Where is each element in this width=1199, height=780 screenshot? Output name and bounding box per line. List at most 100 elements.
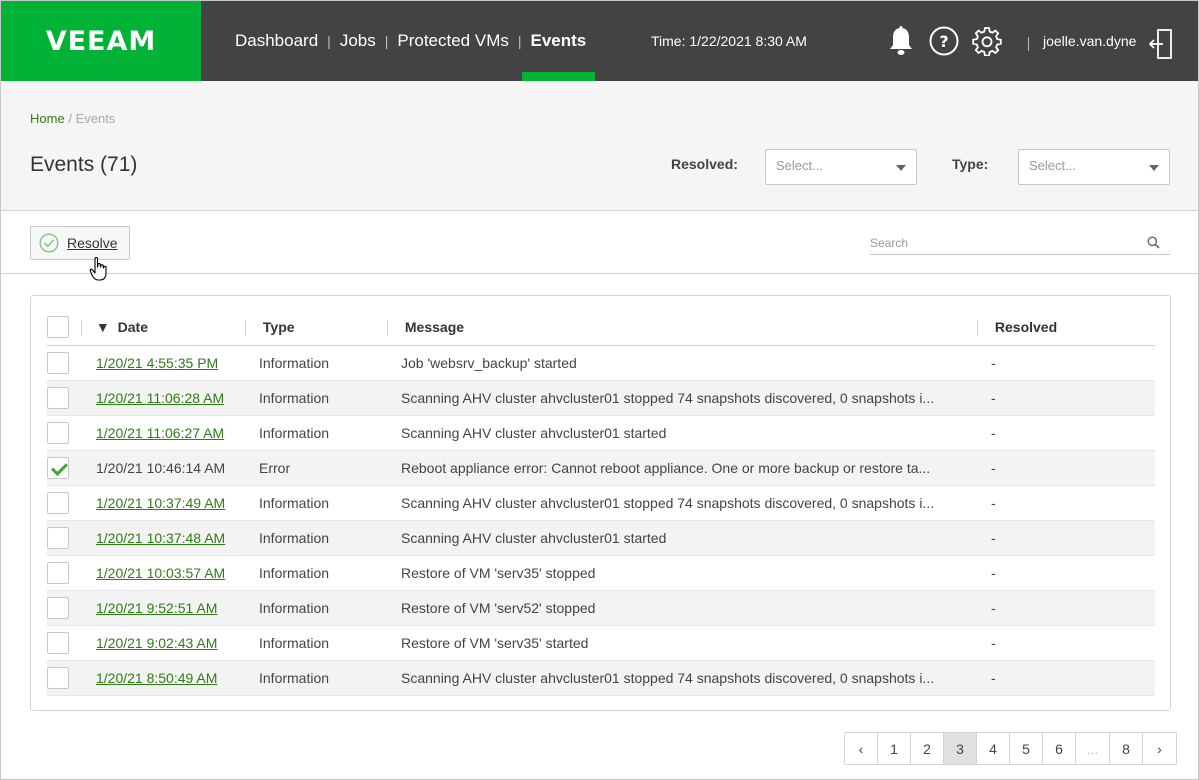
nav-dashboard[interactable]: Dashboard — [226, 1, 327, 81]
row-checkbox[interactable] — [47, 456, 69, 479]
event-date-link[interactable]: 1/20/21 10:37:48 AM — [96, 530, 225, 546]
logo-text: VEEAM — [45, 25, 157, 57]
table-row[interactable]: 1/20/21 10:03:57 AM Information Restore of… — [47, 555, 1155, 591]
row-checkbox[interactable] — [47, 631, 69, 654]
event-date-link[interactable]: 1/20/21 11:06:27 AM — [96, 425, 224, 441]
search-icon[interactable] — [1147, 236, 1160, 252]
nav-events[interactable]: Events — [521, 1, 596, 81]
event-resolved: - — [991, 354, 996, 371]
table-row[interactable]: 1/20/21 9:52:51 AM Information Restore of … — [47, 590, 1155, 626]
page-3[interactable]: 3 — [944, 733, 977, 764]
gear-icon[interactable] — [967, 21, 1007, 61]
breadcrumb: Home / Events — [30, 111, 115, 126]
date-column-header[interactable]: ▼ Date — [81, 310, 245, 346]
event-date-link[interactable]: 1/20/21 11:06:28 AM — [96, 390, 224, 406]
table-row[interactable]: 1/20/21 10:37:48 AM Information Scanning A… — [47, 520, 1155, 556]
sort-desc-icon: ▼ — [95, 318, 110, 335]
resolved-header-label: Resolved — [994, 318, 1058, 335]
logout-icon[interactable] — [1146, 26, 1176, 62]
row-checkbox[interactable] — [47, 351, 69, 374]
event-date-link[interactable]: 1/20/21 10:37:49 AM — [96, 495, 225, 511]
search-input[interactable] — [870, 233, 1140, 253]
chevron-down-icon — [1149, 165, 1159, 171]
header-icons: ? — [881, 1, 1010, 81]
resolved-column-header[interactable]: Resolved — [977, 310, 1155, 346]
row-checkbox[interactable] — [47, 666, 69, 689]
type-cell: Information — [245, 345, 387, 381]
table-row[interactable]: 1/20/21 11:06:27 AM Information Scanning A… — [47, 415, 1155, 451]
type-cell: Error — [245, 450, 387, 486]
resolved-cell: - — [977, 450, 1155, 486]
resolved-cell: - — [977, 415, 1155, 451]
event-date-link[interactable]: 1/20/21 10:03:57 AM — [96, 565, 225, 581]
type-cell: Information — [245, 625, 387, 661]
prev-page-button[interactable]: ‹ — [845, 733, 878, 764]
event-resolved: - — [991, 669, 996, 686]
date-cell: 1/20/21 10:03:57 AM — [81, 555, 245, 591]
row-checkbox[interactable] — [47, 421, 69, 444]
event-resolved: - — [991, 529, 996, 546]
type-header-label: Type — [262, 318, 295, 335]
event-resolved: - — [991, 459, 996, 476]
table-row[interactable]: 1/20/21 4:55:35 PM Information Job 'websrv… — [47, 345, 1155, 381]
row-checkbox[interactable] — [47, 491, 69, 514]
chevron-down-icon — [896, 165, 906, 171]
row-checkbox[interactable] — [47, 561, 69, 584]
page-ellipsis: ... — [1076, 733, 1110, 764]
row-checkbox[interactable] — [47, 386, 69, 409]
next-page-button[interactable]: › — [1143, 733, 1176, 764]
message-cell: Scanning AHV cluster ahvcluster01 starte… — [387, 415, 977, 451]
user-name[interactable]: joelle.van.dyne — [1043, 1, 1136, 81]
row-select-cell — [47, 415, 81, 451]
table-row[interactable]: 1/20/21 10:37:49 AM Information Scanning A… — [47, 485, 1155, 521]
column-separator — [977, 319, 978, 336]
message-column-header[interactable]: Message — [387, 310, 977, 346]
event-date-link[interactable]: 1/20/21 9:52:51 AM — [96, 600, 217, 616]
event-type: Information — [259, 599, 330, 616]
type-column-header[interactable]: Type — [245, 310, 387, 346]
event-type: Information — [259, 494, 330, 511]
nav-jobs[interactable]: Jobs — [331, 1, 385, 81]
event-date-link[interactable]: 1/20/21 4:55:35 PM — [96, 355, 218, 371]
event-resolved: - — [991, 389, 996, 406]
message-cell: Restore of VM 'serv35' stopped — [387, 555, 977, 591]
events-table-body: 1/20/21 4:55:35 PM Information Job 'websrv… — [47, 345, 1155, 696]
page-4[interactable]: 4 — [977, 733, 1010, 764]
table-row[interactable]: 1/20/21 9:02:43 AM Information Restore of … — [47, 625, 1155, 661]
resolved-filter-select[interactable]: Select... — [765, 149, 917, 185]
page-8[interactable]: 8 — [1110, 733, 1143, 764]
page-1[interactable]: 1 — [878, 733, 911, 764]
row-select-cell — [47, 345, 81, 381]
table-row[interactable]: 1/20/21 11:06:28 AM Information Scanning A… — [47, 380, 1155, 416]
event-type: Information — [259, 634, 330, 651]
page-5[interactable]: 5 — [1010, 733, 1043, 764]
row-select-cell — [47, 485, 81, 521]
resolve-button[interactable]: Resolve — [30, 226, 130, 260]
breadcrumb-separator: / — [68, 111, 72, 126]
table-row[interactable]: 1/20/21 8:50:49 AM Information Scanning AH… — [47, 660, 1155, 696]
row-checkbox[interactable] — [47, 526, 69, 549]
event-message: Scanning AHV cluster ahvcluster01 stoppe… — [401, 669, 935, 686]
date-cell: 1/20/21 9:02:43 AM — [81, 625, 245, 661]
page-6[interactable]: 6 — [1043, 733, 1076, 764]
veeam-logo[interactable]: VEEAM — [1, 1, 201, 81]
type-cell: Information — [245, 380, 387, 416]
nav-protected-vms[interactable]: Protected VMs — [388, 1, 518, 81]
event-resolved: - — [991, 564, 996, 581]
type-filter-select[interactable]: Select... — [1018, 149, 1170, 185]
top-bar: VEEAM Dashboard | Jobs | Protected VMs |… — [1, 1, 1198, 81]
row-select-cell — [47, 520, 81, 556]
select-all-checkbox[interactable] — [47, 316, 69, 339]
event-date-link[interactable]: 1/20/21 8:50:49 AM — [96, 670, 217, 686]
help-icon[interactable]: ? — [924, 21, 964, 61]
breadcrumb-home[interactable]: Home — [30, 111, 65, 126]
events-table: ▼ Date Type Message Resolved 1/20/21 4:5… — [47, 310, 1155, 696]
event-date-link[interactable]: 1/20/21 9:02:43 AM — [96, 635, 217, 651]
row-select-cell — [47, 555, 81, 591]
bell-icon[interactable] — [881, 21, 921, 61]
row-checkbox[interactable] — [47, 596, 69, 619]
table-row[interactable]: 1/20/21 10:46:14 AM Error Reboot appliance… — [47, 450, 1155, 486]
row-select-cell — [47, 380, 81, 416]
page-2[interactable]: 2 — [911, 733, 944, 764]
event-type: Information — [259, 389, 330, 406]
